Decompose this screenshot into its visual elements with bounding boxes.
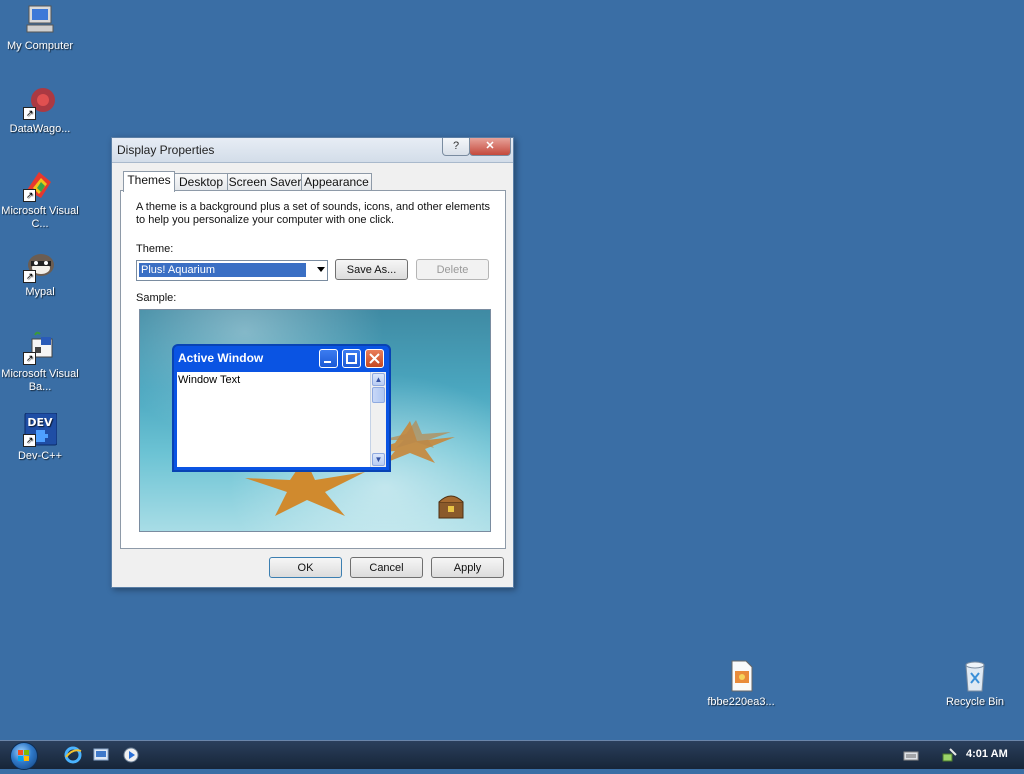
desktop-icon-label: Microsoft Visual Ba... <box>1 368 79 393</box>
svg-text:DEV: DEV <box>27 416 53 429</box>
minimize-icon <box>319 349 338 368</box>
shortcut-arrow-icon: ↗ <box>23 434 36 447</box>
themes-panel: A theme is a background plus a set of so… <box>120 190 506 549</box>
save-as-button[interactable]: Save As... <box>335 259 408 280</box>
visual-basic-icon: ↗ <box>23 331 57 365</box>
desktop-icon-my-computer[interactable]: My Computer <box>0 3 82 53</box>
clock[interactable]: 4:01 AM <box>966 748 1008 760</box>
theme-select-value: Plus! Aquarium <box>139 263 306 277</box>
help-button[interactable]: ? <box>442 138 470 156</box>
desktop-icon-file[interactable]: fbbe220ea3... <box>699 659 783 709</box>
computer-icon <box>23 3 57 37</box>
close-button[interactable]: ✕ <box>469 138 511 156</box>
tab-desktop[interactable]: Desktop <box>173 173 229 191</box>
desktop-icon-label: Mypal <box>25 286 55 298</box>
close-icon <box>365 349 384 368</box>
desktop-icon-label: Microsoft Visual C... <box>1 205 79 230</box>
desktop-icon-recycle-bin[interactable]: Recycle Bin <box>933 659 1017 709</box>
dialog-title: Display Properties <box>117 143 215 157</box>
treasure-chest-icon <box>438 495 464 519</box>
close-icon: ✕ <box>485 140 495 152</box>
chevron-down-icon[interactable] <box>317 267 325 272</box>
help-icon: ? <box>452 140 460 152</box>
display-properties-dialog: Display Properties ? ✕ Themes Desktop Sc… <box>111 137 514 588</box>
shortcut-arrow-icon: ↗ <box>23 270 36 283</box>
show-desktop-icon[interactable] <box>92 746 110 764</box>
shortcut-arrow-icon: ↗ <box>23 352 36 365</box>
preview-active-window: Active Window Window Text ▲ ▼ <box>172 344 391 472</box>
ok-button[interactable]: OK <box>269 557 342 578</box>
desktop: My Computer ↗ DataWago... ↗ Microsoft Vi… <box>0 0 1024 740</box>
media-player-icon[interactable] <box>122 746 140 764</box>
tab-screen-saver[interactable]: Screen Saver <box>227 173 303 191</box>
recycle-bin-icon <box>958 659 992 693</box>
apply-button[interactable]: Apply <box>431 557 504 578</box>
desktop-icon-dev-cpp[interactable]: DEV ↗ Dev-C++ <box>0 412 82 463</box>
mypal-icon: ↗ <box>23 249 57 283</box>
theme-sample-preview: Active Window Window Text ▲ ▼ <box>139 309 491 532</box>
desktop-icon-label: Dev-C++ <box>17 450 63 462</box>
preview-scroll-thumb <box>372 387 385 403</box>
desktop-icon-label: DataWago... <box>9 123 71 135</box>
network-icon[interactable] <box>940 746 958 764</box>
keyboard-icon[interactable] <box>902 746 920 764</box>
visual-c-icon: ↗ <box>23 168 57 202</box>
desktop-icon-label: fbbe220ea3... <box>707 696 775 708</box>
shortcut-arrow-icon: ↗ <box>23 189 36 202</box>
chevron-down-icon: ▼ <box>372 453 385 466</box>
themes-description: A theme is a background plus a set of so… <box>136 201 491 226</box>
preview-scrollbar: ▲ ▼ <box>370 372 386 467</box>
desktop-icon-visual-c[interactable]: ↗ Microsoft Visual C... <box>0 168 82 231</box>
maximize-icon <box>342 349 361 368</box>
sample-label: Sample: <box>136 292 177 304</box>
dialog-titlebar[interactable]: Display Properties ? ✕ <box>112 138 513 163</box>
preview-window-body: Window Text ▲ ▼ <box>177 372 386 467</box>
preview-window-title: Active Window <box>178 351 264 365</box>
theme-label: Theme: <box>136 243 174 255</box>
shortcut-arrow-icon: ↗ <box>23 107 36 120</box>
file-icon <box>724 659 758 693</box>
preview-window-text: Window Text <box>178 374 241 386</box>
cancel-button[interactable]: Cancel <box>350 557 423 578</box>
chevron-up-icon: ▲ <box>372 373 385 386</box>
desktop-icon-mypal[interactable]: ↗ Mypal <box>0 249 82 299</box>
theme-select[interactable]: Plus! Aquarium <box>136 260 328 281</box>
desktop-icon-datawagon[interactable]: ↗ DataWago... <box>0 86 82 136</box>
desktop-icon-visual-basic[interactable]: ↗ Microsoft Visual Ba... <box>0 331 82 394</box>
internet-explorer-icon[interactable] <box>64 746 82 764</box>
desktop-icon-label: Recycle Bin <box>945 696 1005 708</box>
dev-cpp-icon: DEV ↗ <box>23 412 58 447</box>
datawagon-icon: ↗ <box>23 86 57 120</box>
windows-start-icon[interactable] <box>10 742 38 770</box>
taskbar: 4:01 AM <box>0 740 1024 770</box>
tab-appearance[interactable]: Appearance <box>301 173 372 191</box>
delete-button[interactable]: Delete <box>416 259 489 280</box>
desktop-icon-label: My Computer <box>6 40 74 52</box>
tab-themes[interactable]: Themes <box>123 171 175 192</box>
